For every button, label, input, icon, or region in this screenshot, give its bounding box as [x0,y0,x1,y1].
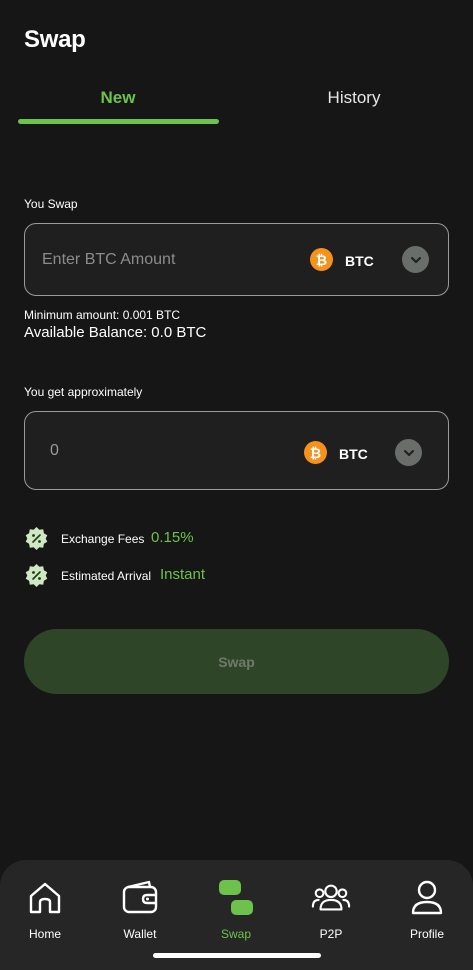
nav-label-profile: Profile [409,927,444,941]
swap-to-value: 0 [50,441,59,459]
estimated-arrival-value: Instant [160,566,206,583]
chevron-down-icon [403,449,414,456]
you-get-label: You get approximately [24,385,143,399]
estimated-arrival-label: Estimated Arrival [61,569,152,583]
people-icon [311,878,351,918]
you-swap-label: You Swap [24,197,78,211]
bitcoin-icon: ₿ [304,441,327,464]
user-icon [407,878,447,918]
exchange-fees-label: Exchange Fees [61,532,145,546]
tab-history[interactable]: History [254,88,454,108]
swap-to-currency-dropdown[interactable] [395,439,422,466]
nav-item-profile[interactable]: Profile [387,860,467,960]
chevron-down-icon [410,256,421,263]
nav-label-wallet: Wallet [123,927,157,941]
nav-item-wallet[interactable]: Wallet [100,860,180,960]
active-tab-indicator [18,119,219,124]
home-indicator [153,953,321,958]
swap-icon [216,878,256,918]
bitcoin-icon: ₿ [310,248,333,271]
minimum-amount-text: Minimum amount: 0.001 BTC [24,308,181,322]
swap-from-currency-dropdown[interactable] [402,246,429,273]
nav-item-p2p[interactable]: P2P [291,860,371,960]
swap-amount-input[interactable] [42,224,292,295]
nav-label-swap: Swap [220,927,252,941]
nav-item-home[interactable]: Home [5,860,85,960]
page-title: Swap [24,26,86,53]
home-icon [25,878,65,918]
swap-to-box: 0 ₿ BTC [24,411,449,490]
nav-label-home: Home [28,927,61,941]
percent-badge-icon [24,526,49,551]
wallet-icon [120,878,160,918]
swap-to-currency: BTC [339,446,368,462]
available-balance-text: Available Balance: 0.0 BTC [24,324,207,341]
percent-badge-icon [24,563,49,588]
swap-from-currency: BTC [345,253,374,269]
nav-item-swap[interactable]: Swap [196,860,276,960]
swap-button[interactable]: Swap [24,629,449,694]
nav-label-p2p: P2P [319,927,343,941]
tab-new[interactable]: New [18,88,218,108]
exchange-fees-value: 0.15% [151,529,194,546]
swap-from-box: ₿ BTC [24,223,449,296]
